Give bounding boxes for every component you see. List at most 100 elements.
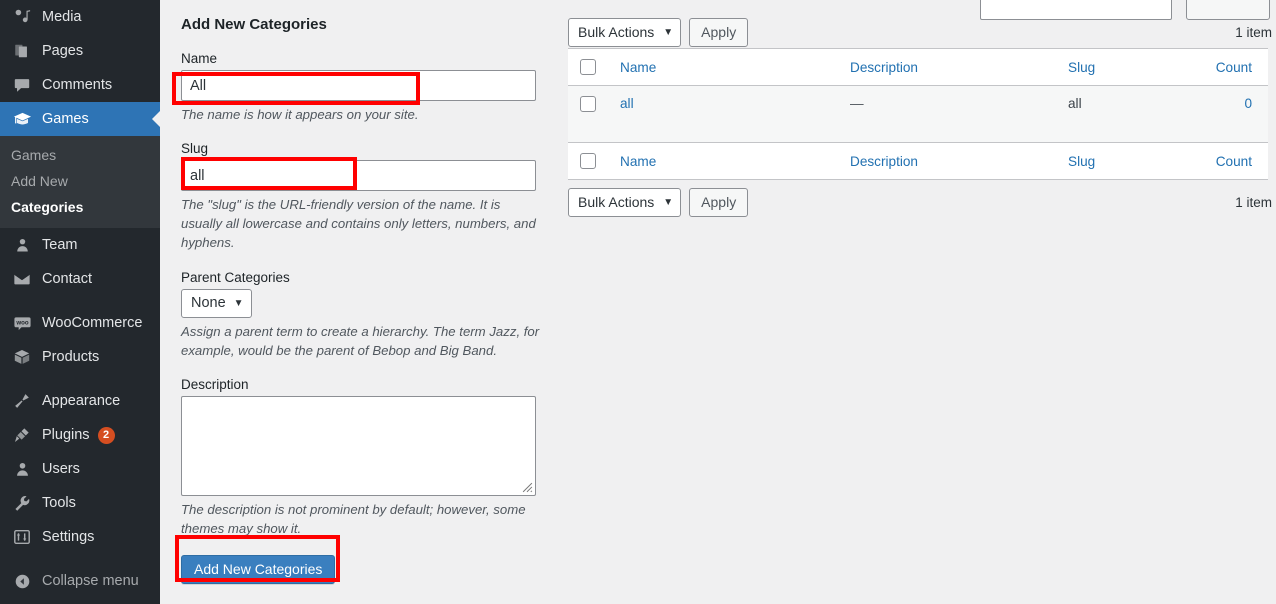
row-count-cell: 0 (1198, 86, 1268, 143)
sidebar-item-contact[interactable]: Contact (0, 262, 160, 296)
name-input[interactable] (181, 70, 536, 101)
apply-button-top[interactable]: Apply (689, 18, 748, 47)
table-row: all — all 0 (568, 86, 1268, 143)
bulk-actions-select-top[interactable]: Bulk Actions ▼ (568, 18, 681, 47)
sidebar-item-label: Tools (42, 495, 76, 511)
chevron-down-icon: ▼ (234, 298, 244, 309)
sidebar-item-label: Products (42, 349, 99, 365)
wordpress-admin-screen: Media Pages Comments (0, 0, 1276, 604)
sidebar-item-team[interactable]: Team (0, 228, 160, 262)
sidebar-item-products[interactable]: Products (0, 340, 160, 374)
pages-icon (11, 41, 33, 61)
sidebar-item-label: WooCommerce (42, 315, 142, 331)
name-label: Name (181, 51, 559, 66)
svg-text:woo: woo (15, 319, 29, 326)
column-header-description-top[interactable]: Description (840, 49, 1058, 86)
sidebar-item-comments[interactable]: Comments (0, 68, 160, 102)
column-header-name-link[interactable]: Name (620, 60, 656, 75)
item-count-top: 1 item (1235, 25, 1276, 40)
column-footer-slug-link[interactable]: Slug (1068, 154, 1095, 169)
submenu-item-categories[interactable]: Categories (0, 194, 160, 220)
sidebar-item-users[interactable]: Users (0, 452, 160, 486)
column-header-count-top[interactable]: Count (1198, 49, 1268, 86)
appearance-icon (11, 391, 33, 411)
sidebar-item-appearance[interactable]: Appearance (0, 384, 160, 418)
slug-input[interactable] (181, 160, 536, 191)
table-head: Name Description Slug Count (568, 49, 1268, 86)
sidebar-item-label: Users (42, 461, 80, 477)
row-count-link[interactable]: 0 (1244, 96, 1252, 111)
item-count-bottom: 1 item (1235, 195, 1276, 210)
select-all-checkbox-bottom[interactable] (580, 153, 596, 169)
media-icon (11, 7, 33, 27)
slug-label: Slug (181, 141, 559, 156)
slug-help-text: The "slug" is the URL-friendly version o… (181, 195, 541, 252)
settings-icon (11, 527, 33, 547)
sidebar-item-label: Comments (42, 77, 112, 93)
select-all-checkbox-top[interactable] (580, 59, 596, 75)
description-field-group: Description The description is not promi… (181, 377, 559, 538)
parent-categories-select[interactable]: None ▼ (181, 289, 252, 318)
row-checkbox-cell (568, 86, 610, 143)
categories-table: Name Description Slug Count (568, 48, 1268, 180)
search-categories-input[interactable] (980, 0, 1172, 20)
sidebar-item-tools[interactable]: Tools (0, 486, 160, 520)
collapse-menu-button[interactable]: Collapse menu (0, 564, 160, 598)
column-footer-name-link[interactable]: Name (620, 154, 656, 169)
row-name-link[interactable]: all (620, 96, 634, 111)
search-categories-button[interactable] (1186, 0, 1270, 20)
sidebar-item-label: Pages (42, 43, 83, 59)
column-header-description-bottom[interactable]: Description (840, 143, 1058, 180)
submenu-item-add-new[interactable]: Add New (0, 168, 160, 194)
description-textarea[interactable] (181, 396, 536, 496)
sidebar-item-plugins[interactable]: Plugins 2 (0, 418, 160, 452)
parent-categories-label: Parent Categories (181, 270, 559, 285)
active-menu-arrow-icon (152, 110, 160, 128)
column-header-description-link[interactable]: Description (850, 60, 918, 75)
collapse-menu-label: Collapse menu (42, 573, 139, 589)
column-header-name-bottom[interactable]: Name (610, 143, 840, 180)
sidebar-item-label: Media (42, 9, 82, 25)
column-footer-count-link[interactable]: Count (1216, 154, 1252, 169)
contact-icon (11, 269, 33, 289)
sidebar-item-label: Team (42, 237, 77, 253)
sidebar-item-woocommerce[interactable]: woo WooCommerce (0, 306, 160, 340)
users-icon (11, 459, 33, 479)
games-icon (11, 109, 33, 129)
table-body: all — all 0 (568, 86, 1268, 143)
sidebar-item-label: Appearance (42, 393, 120, 409)
comments-icon (11, 75, 33, 95)
column-header-count-link[interactable]: Count (1216, 60, 1252, 75)
main-content: Add New Categories Name The name is how … (160, 0, 1276, 604)
sidebar-item-settings[interactable]: Settings (0, 520, 160, 554)
column-footer-description-link[interactable]: Description (850, 154, 918, 169)
row-select-checkbox[interactable] (580, 96, 596, 112)
submit-row: Add New Categories (181, 555, 559, 584)
woocommerce-icon: woo (11, 313, 33, 333)
menu-separator (0, 374, 160, 384)
table-footer-row: Name Description Slug Count (568, 143, 1268, 180)
column-header-name-top[interactable]: Name (610, 49, 840, 86)
column-header-slug-link[interactable]: Slug (1068, 60, 1095, 75)
submenu-item-games[interactable]: Games (0, 142, 160, 168)
sidebar-item-games[interactable]: Games (0, 102, 160, 136)
sidebar-item-media[interactable]: Media (0, 0, 160, 34)
plugins-update-badge: 2 (98, 427, 115, 444)
sidebar-item-label: Games (42, 111, 89, 127)
select-all-header (568, 49, 610, 86)
apply-button-bottom[interactable]: Apply (689, 188, 748, 217)
menu-separator (0, 296, 160, 306)
column-header-count-bottom[interactable]: Count (1198, 143, 1268, 180)
sidebar-item-pages[interactable]: Pages (0, 34, 160, 68)
team-icon (11, 235, 33, 255)
column-header-slug-top[interactable]: Slug (1058, 49, 1198, 86)
column-header-slug-bottom[interactable]: Slug (1058, 143, 1198, 180)
bulk-actions-select-bottom[interactable]: Bulk Actions ▼ (568, 188, 681, 217)
plugins-icon (11, 425, 33, 445)
name-field-group: Name The name is how it appears on your … (181, 51, 559, 124)
products-icon (11, 347, 33, 367)
add-new-categories-button[interactable]: Add New Categories (181, 555, 335, 584)
categories-list-panel: Bulk Actions ▼ Apply 1 item Name (568, 0, 1276, 218)
menu-separator (0, 554, 160, 564)
table-header-row: Name Description Slug Count (568, 49, 1268, 86)
